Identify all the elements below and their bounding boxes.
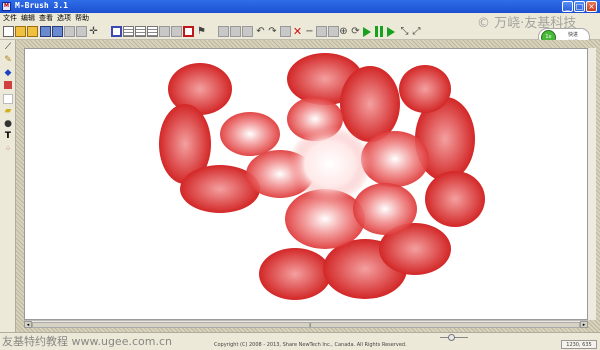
fullscreen-icon[interactable]: ⤢ — [411, 26, 422, 37]
layout-icon[interactable] — [159, 26, 170, 37]
window-title: M-Brush 3.1 — [15, 1, 68, 10]
palette-icon[interactable] — [4, 81, 12, 89]
drawing-canvas[interactable] — [24, 48, 588, 320]
copyright-text: Copyright (C) 2008 - 2013, Share NewTech… — [214, 342, 407, 348]
rect-frame-icon[interactable] — [111, 26, 122, 37]
print-icon[interactable] — [64, 26, 75, 37]
text-tool-icon[interactable]: T — [3, 131, 13, 141]
petal — [399, 65, 451, 113]
vertical-scrollbar[interactable] — [588, 48, 596, 320]
play-icon[interactable] — [387, 27, 395, 37]
scroll-right-arrow[interactable]: ▸ — [580, 321, 588, 328]
app-icon: M — [2, 2, 11, 11]
lines-icon[interactable] — [123, 26, 134, 37]
menu-edit[interactable]: 编辑 — [21, 14, 35, 23]
screen-icon[interactable] — [171, 26, 182, 37]
menu-options[interactable]: 选项 — [57, 14, 71, 23]
fill-icon[interactable]: ◆ — [3, 68, 13, 78]
zoom-out-icon[interactable]: − — [304, 26, 315, 37]
brush-icon[interactable]: ⟋ — [3, 42, 13, 52]
color-dots-icon[interactable]: ⁘ — [3, 144, 13, 154]
new-doc-icon[interactable] — [3, 26, 14, 37]
petal — [259, 248, 331, 300]
zoom-knob[interactable] — [448, 334, 455, 341]
pause-icon[interactable] — [375, 26, 383, 37]
disabled-b-icon[interactable] — [230, 26, 241, 37]
horizontal-scrollbar[interactable]: ◂ ⦀ ▸ — [24, 320, 588, 329]
stop-frame-icon[interactable] — [183, 26, 194, 37]
cursor-coordinates: 1230, 635 — [561, 340, 597, 349]
grid-icon[interactable] — [135, 26, 146, 37]
horizontal-scroll-thumb[interactable]: ⦀ — [32, 322, 580, 329]
save-as-icon[interactable] — [52, 26, 63, 37]
zoom-in-icon[interactable]: ⊕ — [338, 26, 349, 37]
circle-icon[interactable]: ● — [3, 119, 13, 129]
table-icon[interactable] — [147, 26, 158, 37]
scroll-grip-icon: ⦀ — [309, 323, 312, 329]
fit-icon[interactable] — [316, 26, 327, 37]
play-step-icon[interactable] — [363, 27, 371, 37]
open-folder-icon[interactable] — [15, 26, 26, 37]
minimize-button[interactable]: _ — [562, 1, 573, 12]
disabled-a-icon[interactable] — [218, 26, 229, 37]
speed-label-forward[interactable]: 快进 — [568, 31, 578, 38]
menu-view[interactable]: 查看 — [39, 14, 53, 23]
redo-icon[interactable]: ↷ — [267, 26, 278, 37]
watermark-bottom: 友基特约教程 www.ugee.com.cn — [2, 335, 172, 348]
pencil-icon[interactable]: ✎ — [3, 55, 13, 65]
close-button[interactable]: × — [586, 1, 597, 12]
tool-palette: ⟋ ✎ ◆ ▰ ● T ⁘ — [0, 40, 16, 332]
undo-icon[interactable]: ↶ — [255, 26, 266, 37]
rotate-icon[interactable]: ⟳ — [350, 26, 361, 37]
eraser-icon[interactable]: ▰ — [3, 106, 13, 116]
stamp-icon[interactable]: ⚑ — [196, 26, 207, 37]
flower-painting — [159, 53, 485, 300]
clear-icon[interactable] — [280, 26, 291, 37]
move-icon[interactable]: ✛ — [88, 26, 99, 37]
flower-core — [288, 126, 372, 202]
maximize-button[interactable]: □ — [574, 1, 585, 12]
menu-file[interactable]: 文件 — [3, 14, 17, 23]
open-icon[interactable] — [27, 26, 38, 37]
copy-icon[interactable] — [76, 26, 87, 37]
petal — [220, 112, 280, 156]
delete-icon[interactable]: ✕ — [292, 26, 303, 37]
petal — [353, 183, 417, 235]
disabled-c-icon[interactable] — [242, 26, 253, 37]
scroll-left-arrow[interactable]: ◂ — [24, 321, 32, 328]
expand-icon[interactable]: ⤡ — [399, 26, 410, 37]
menu-help[interactable]: 帮助 — [75, 14, 89, 23]
petal — [425, 171, 485, 227]
save-icon[interactable] — [40, 26, 51, 37]
blank-icon[interactable] — [3, 94, 13, 104]
zoom-slider[interactable] — [440, 334, 468, 341]
